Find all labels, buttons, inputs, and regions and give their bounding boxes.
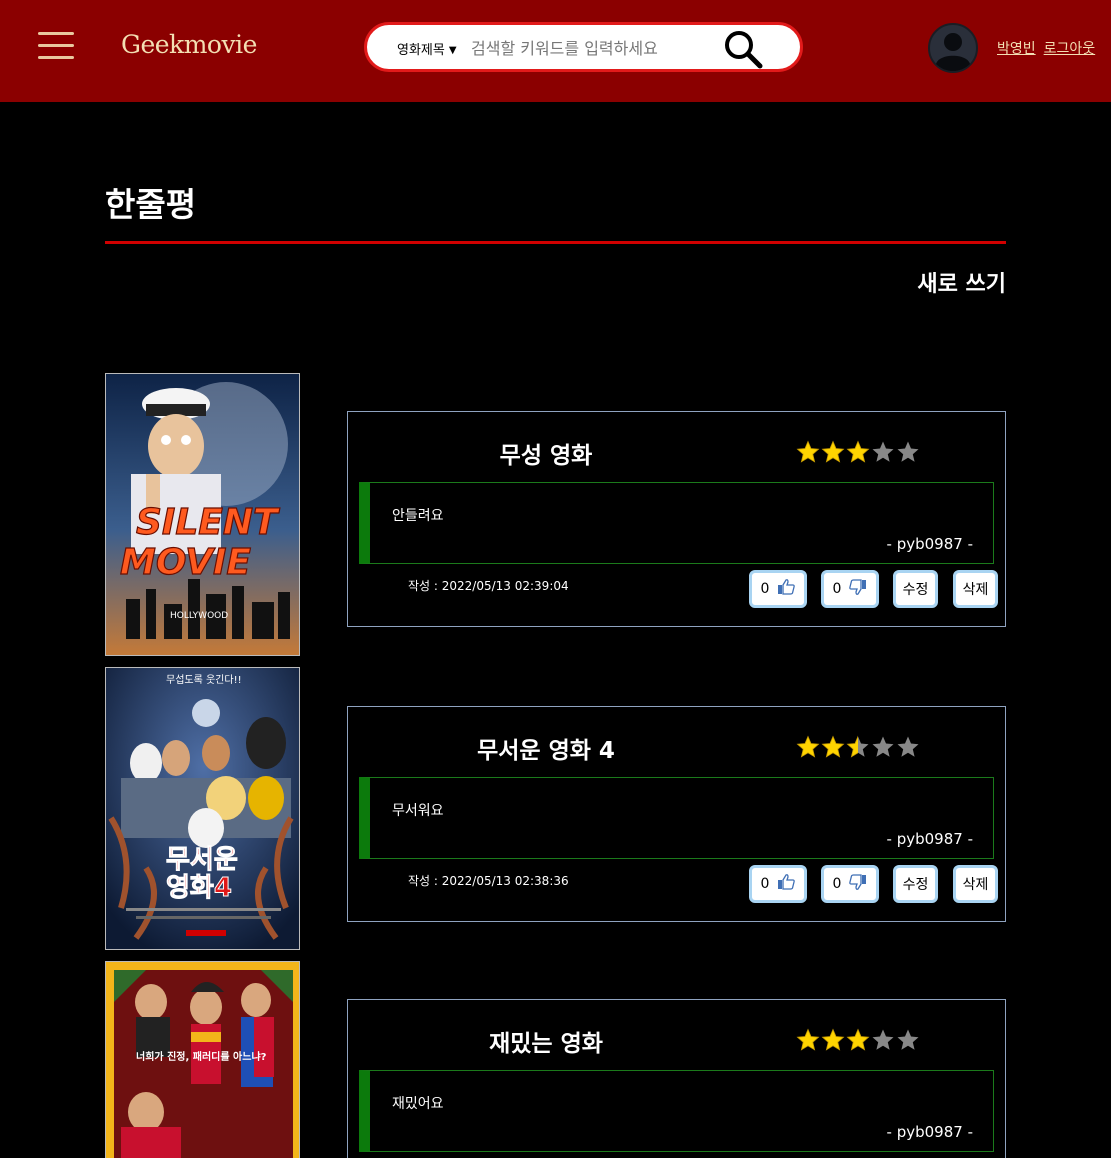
edit-button[interactable]: 수정 [893,865,938,903]
poster-tagline: 무섭도록 웃긴다!! [166,674,242,686]
comment-author: - pyb0987 - [886,1123,973,1141]
title-divider [105,241,1006,244]
comment-text: 안들려요 [392,508,444,524]
review-card: 무성 영화 안들려요 - pyb0987 - 작성 : 2022/05/13 0… [347,411,1006,627]
star-icon [796,735,820,758]
thumbs-down-icon [849,874,867,894]
rating-stars [796,1026,926,1054]
movie-poster[interactable]: 너희가 진정, 패러디를 아느냐? [105,961,300,1158]
like-button[interactable]: 0 [749,865,807,903]
dislike-count: 0 [832,581,842,597]
star-icon [796,440,820,463]
poster-title-line1: 무서운 [166,845,238,875]
star-icon [821,735,845,758]
thumbs-down-icon [849,579,867,599]
edit-button[interactable]: 수정 [893,570,938,608]
top-header: Geekmovie 영화제목▼ 박영빈 로그아웃 [0,0,1111,102]
star-icon [821,1028,845,1051]
star-icon [796,1028,820,1051]
delete-button[interactable]: 삭제 [953,865,998,903]
rating-stars [796,733,926,761]
comment-text: 재밌어요 [392,1096,444,1112]
star-icon [897,736,919,757]
review-movie-title: 재밌는 영화 [489,1031,603,1057]
search-input[interactable] [471,35,701,61]
poster-title-line1: SILENT [136,502,280,543]
comment-author: - pyb0987 - [886,830,973,848]
user-links: 박영빈 로그아웃 [997,38,1103,58]
delete-button[interactable]: 삭제 [953,570,998,608]
star-icon [872,1029,894,1050]
thumbs-up-icon [777,874,796,894]
like-count: 0 [760,876,770,892]
search-icon[interactable] [723,29,763,69]
movie-poster[interactable]: 무섭도록 웃긴다!! 무서운 영화4 [105,667,300,950]
star-icon [872,736,894,757]
like-button[interactable]: 0 [749,570,807,608]
avatar[interactable] [927,22,979,74]
chevron-down-icon: ▼ [448,45,457,56]
review-card: 재밌는 영화 재밌어요 - pyb0987 - [347,999,1006,1158]
dislike-count: 0 [832,876,842,892]
star-icon [897,1029,919,1050]
search-category-select[interactable]: 영화제목 ▼ [397,39,457,58]
search-bar: 영화제목 ▼ [364,22,803,72]
user-name-link[interactable]: 박영빈 [997,41,1036,57]
poster-title-line2: 영화4 [166,873,232,903]
poster-tagline: 너희가 진정, 패러디를 아느냐? [136,1050,267,1063]
dislike-button[interactable]: 0 [821,570,879,608]
site-logo[interactable]: Geekmovie [121,30,257,59]
comment-box: 안들려요 - pyb0987 - [359,482,994,564]
review-movie-title: 무서운 영화 4 [477,738,615,764]
review-movie-title: 무성 영화 [499,443,593,469]
page-title: 한줄평 [105,185,197,224]
star-icon [846,1028,870,1051]
like-count: 0 [760,581,770,597]
star-icon [846,735,869,758]
comment-author: - pyb0987 - [886,535,973,553]
search-category-label: 영화제목 [397,43,445,58]
poster-caption: HOLLYWOOD [170,611,228,621]
new-review-button[interactable]: 새로 쓰기 [917,266,1006,298]
rating-stars [796,438,926,466]
comment-box: 무서워요 - pyb0987 - [359,777,994,859]
thumbs-up-icon [777,579,796,599]
review-card: 무서운 영화 4 무서워요 - pyb0987 - 작성 : 2022/05/1… [347,706,1006,922]
review-date: 작성 : 2022/05/13 02:39:04 [408,579,569,593]
menu-icon[interactable] [38,32,74,60]
comment-text: 무서워요 [392,803,444,819]
movie-poster[interactable]: SILENT MOVIE HOLLYWOOD [105,373,300,656]
dislike-button[interactable]: 0 [821,865,879,903]
star-icon [821,440,845,463]
logout-link[interactable]: 로그아웃 [1044,41,1096,57]
comment-box: 재밌어요 - pyb0987 - [359,1070,994,1152]
star-icon [897,441,919,462]
star-icon [846,440,870,463]
poster-title-line2: MOVIE [120,542,251,583]
review-date: 작성 : 2022/05/13 02:38:36 [408,874,569,888]
star-icon [872,441,894,462]
